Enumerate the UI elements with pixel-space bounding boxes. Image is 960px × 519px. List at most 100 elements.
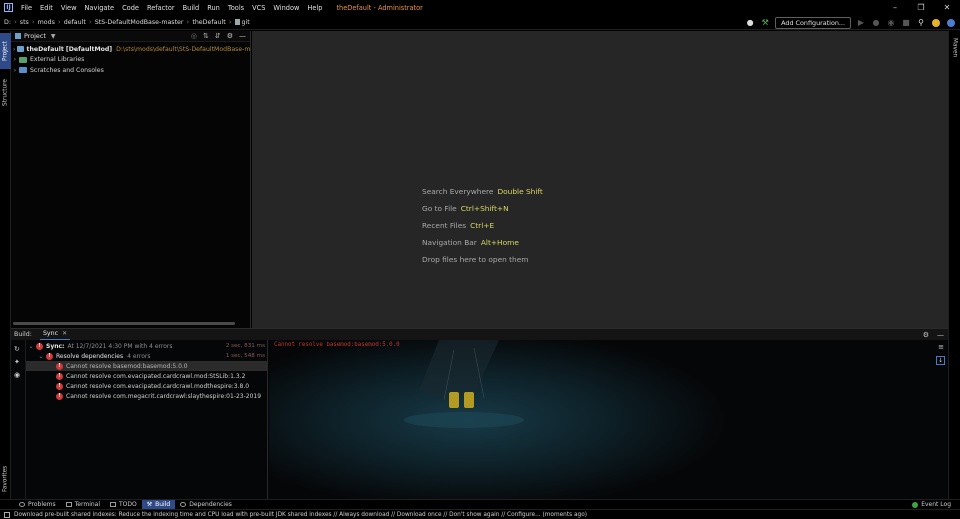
build-sync-row[interactable]: ⌄ ! Sync: At 12/7/2021 4:30 PM with 4 er… (26, 341, 267, 351)
debug-icon[interactable]: ● (871, 18, 881, 28)
locate-icon[interactable]: ◎ (191, 32, 197, 40)
project-panel-header: Project ▼ ◎ ⇅ ⇵ ⚙ — (11, 31, 250, 42)
tree-item-external-libraries[interactable]: › External Libraries (11, 55, 250, 66)
build-side-toolbar: ↻ ✦ ◉ (11, 340, 26, 499)
chevron-right-icon: › (31, 18, 35, 26)
collapse-all-icon[interactable]: ⇵ (215, 32, 221, 40)
hint-drop-files-text: Drop files here to open them (422, 255, 529, 264)
hammer-icon[interactable]: ⚒ (760, 18, 770, 28)
breadcrumb-drive[interactable]: D: (4, 19, 11, 26)
library-icon (19, 56, 27, 63)
menu-build[interactable]: Build (179, 4, 204, 12)
chevron-down-icon[interactable]: ▼ (51, 33, 56, 40)
favorites-tool-tab-label: Favorites (2, 465, 9, 493)
build-error-text: Cannot resolve basemod:basemod:5.0.0 (66, 362, 188, 370)
hint-search-everywhere-shortcut: Double Shift (497, 187, 543, 196)
add-configuration-button[interactable]: Add Configuration... (775, 16, 851, 29)
status-bar: Download pre-built shared indexes: Reduc… (0, 509, 960, 519)
stop-icon[interactable]: ■ (901, 18, 911, 28)
error-icon: ! (56, 392, 63, 400)
status-message[interactable]: Download pre-built shared indexes: Reduc… (14, 512, 587, 518)
terminal-tool-button[interactable]: Terminal (61, 500, 105, 509)
project-view-selector[interactable]: Project (24, 32, 46, 40)
menu-tools[interactable]: Tools (224, 4, 248, 12)
chevron-right-icon[interactable]: › (11, 67, 19, 74)
structure-tool-tab[interactable]: Structure (0, 73, 11, 113)
minimize-icon[interactable]: – (882, 0, 908, 15)
tab-sync[interactable]: Sync ✕ (39, 329, 71, 341)
close-icon[interactable]: ✕ (62, 330, 67, 337)
build-error-row[interactable]: ! Cannot resolve basemod:basemod:5.0.0 (26, 361, 267, 371)
breadcrumb-sts[interactable]: sts (20, 19, 29, 26)
breadcrumb-thedefault[interactable]: theDefault (192, 19, 225, 26)
expand-all-icon[interactable]: ⇅ (203, 32, 209, 40)
hint-navigation-bar-shortcut: Alt+Home (480, 238, 519, 247)
user-icon[interactable]: ● (745, 18, 755, 28)
menu-window[interactable]: Window (269, 4, 303, 12)
menu-file[interactable]: File (17, 4, 36, 12)
breadcrumb-git[interactable]: git (234, 19, 250, 26)
update-icon[interactable] (931, 18, 941, 28)
breadcrumb-mods[interactable]: mods (38, 19, 55, 26)
event-log-button[interactable]: Event Log (907, 500, 956, 509)
problems-icon (19, 502, 25, 507)
menu-vcs[interactable]: VCS (248, 4, 269, 12)
build-error-row[interactable]: ! Cannot resolve com.evacipated.cardcraw… (26, 381, 267, 391)
build-error-text: Cannot resolve com.evacipated.cardcrawl.… (66, 372, 246, 380)
search-icon[interactable]: ⚲ (916, 18, 926, 28)
problems-tool-button[interactable]: Problems (14, 500, 61, 509)
hint-recent-files-shortcut: Ctrl+E (470, 221, 495, 230)
menu-code[interactable]: Code (118, 4, 143, 12)
hint-search-everywhere-text: Search Everywhere (422, 187, 494, 196)
dependencies-tool-button[interactable]: Dependencies (175, 500, 237, 509)
event-log-icon (912, 501, 919, 508)
resync-icon[interactable]: ↻ (14, 345, 20, 353)
project-tool-tab-label: Project (2, 41, 9, 61)
build-tool-button[interactable]: ⚒ Build (141, 500, 176, 509)
menu-run[interactable]: Run (203, 4, 224, 12)
chevron-right-icon[interactable]: › (11, 56, 19, 63)
hide-panel-icon[interactable]: — (239, 32, 246, 40)
build-resolve-row[interactable]: ⌄ ! Resolve dependencies 4 errors 1 sec,… (26, 351, 267, 361)
breadcrumb-modbase[interactable]: StS-DefaultModBase-master (95, 19, 184, 26)
chevron-right-icon: › (88, 18, 92, 26)
restore-icon[interactable]: ❐ (908, 0, 934, 15)
chevron-down-icon[interactable]: ⌄ (26, 343, 36, 350)
coverage-icon[interactable]: ◉ (886, 18, 896, 28)
tree-item-scratches[interactable]: › Scratches and Consoles (11, 65, 250, 76)
menu-refactor[interactable]: Refactor (143, 4, 179, 12)
breadcrumb-default[interactable]: default (64, 19, 86, 26)
maven-tool-tab[interactable]: Maven (949, 33, 960, 63)
todo-tool-label: TODO (119, 501, 137, 508)
todo-tool-button[interactable]: TODO (105, 500, 142, 509)
eye-icon[interactable]: ◉ (14, 371, 20, 379)
favorites-tool-tab[interactable]: Favorites (0, 461, 11, 497)
tree-item-project-root[interactable]: › theDefault [DefaultMod] D:\sts\mods\de… (11, 44, 250, 55)
gear-icon[interactable]: ⚙ (227, 32, 233, 40)
menu-navigate[interactable]: Navigate (80, 4, 118, 12)
build-error-row[interactable]: ! Cannot resolve com.evacipated.cardcraw… (26, 371, 267, 381)
menu-help[interactable]: Help (303, 4, 326, 12)
error-icon: ! (56, 372, 63, 380)
close-icon[interactable]: ✕ (934, 0, 960, 15)
build-error-row[interactable]: ! Cannot resolve com.megacrit.cardcrawl:… (26, 391, 267, 401)
gear-icon[interactable]: ⚙ (923, 331, 929, 339)
scroll-to-end-icon[interactable]: ↓ (936, 356, 945, 365)
build-tool-header: Build: Sync ✕ ⚙ — (11, 328, 948, 341)
chevron-down-icon[interactable]: ⌄ (36, 353, 46, 360)
build-console[interactable]: Cannot resolve basemod:basemod:5.0.0 ≡ ↓ (269, 340, 948, 499)
menu-edit[interactable]: Edit (36, 4, 57, 12)
left-tool-stripe: Project Structure Favorites (0, 31, 11, 499)
project-tool-tab[interactable]: Project (0, 33, 11, 69)
menu-view[interactable]: View (57, 4, 81, 12)
horizontal-scrollbar[interactable] (13, 322, 235, 325)
avatar-icon[interactable] (946, 18, 956, 28)
hide-panel-icon[interactable]: — (937, 331, 944, 339)
app-logo-icon: IJ (4, 3, 13, 12)
soft-wrap-icon[interactable]: ≡ (938, 343, 944, 351)
pin-icon[interactable]: ✦ (14, 358, 20, 366)
run-icon[interactable]: ▶ (856, 18, 866, 28)
hint-recent-files: Recent Files Ctrl+E (422, 221, 494, 230)
scratches-icon (19, 67, 27, 74)
background-art (404, 340, 524, 428)
